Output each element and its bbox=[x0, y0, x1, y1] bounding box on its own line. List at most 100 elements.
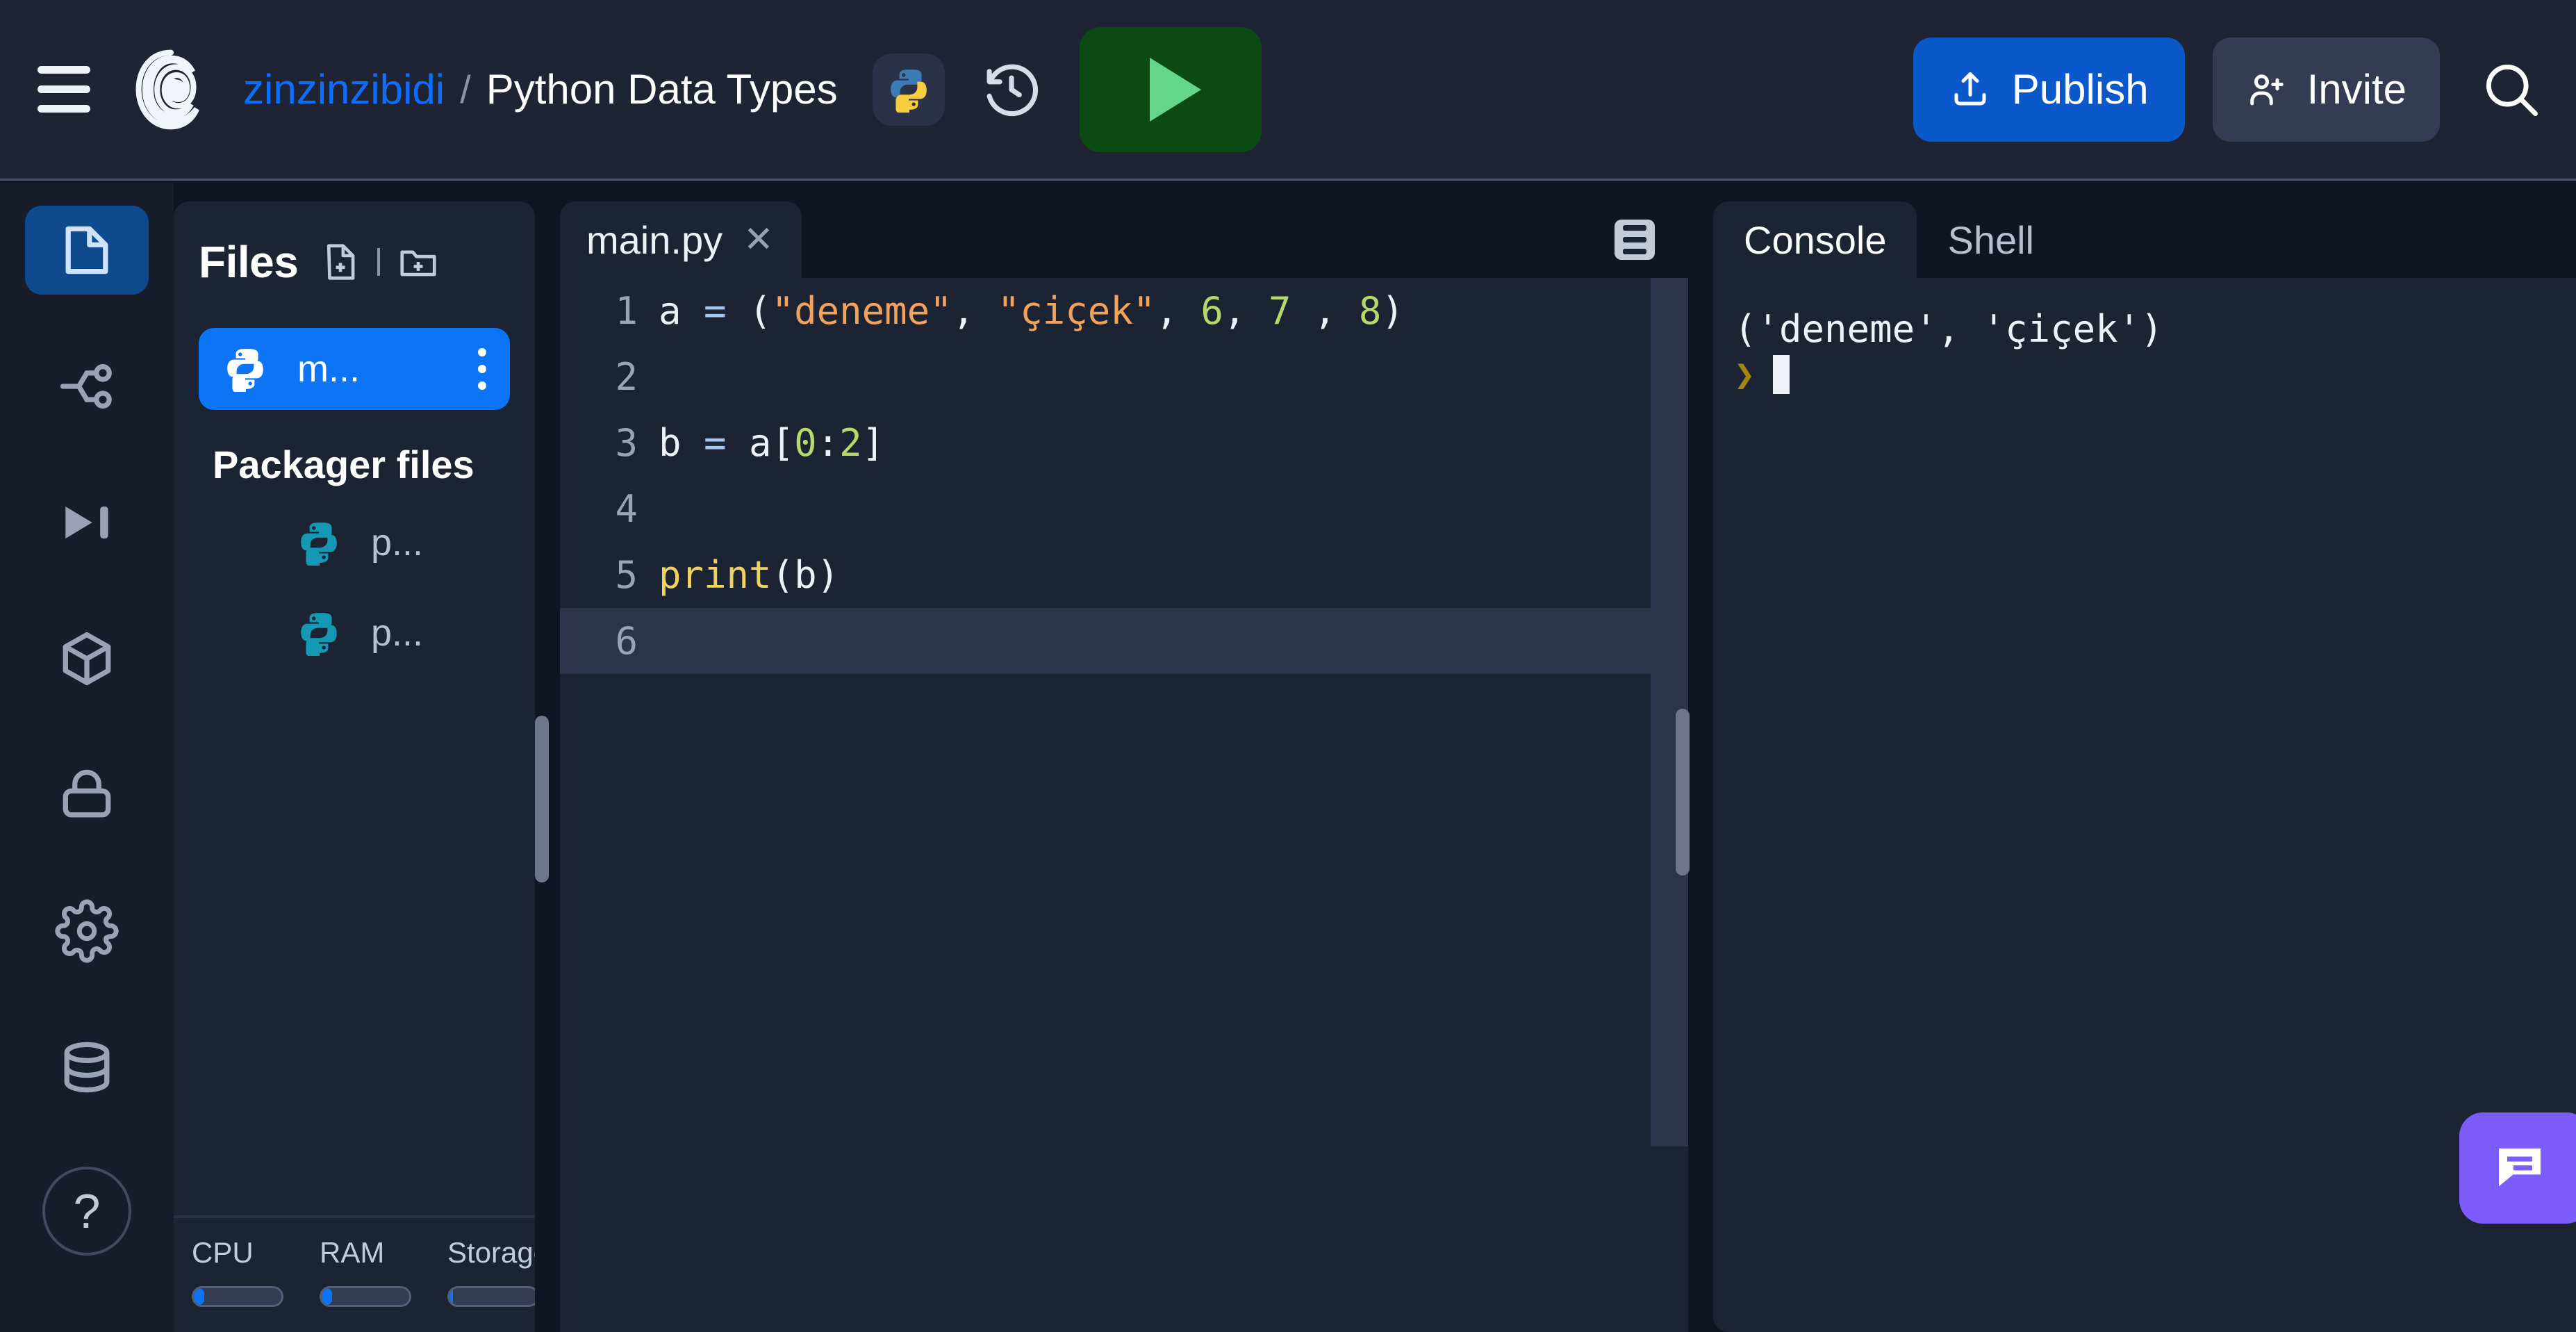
code-content[interactable]: 1a = ("deneme", "çiçek", 6, 7 , 8) 2 3 b = … bbox=[560, 278, 1688, 1332]
packager-files-title: Packager files bbox=[213, 443, 474, 486]
sidebar-item-settings[interactable] bbox=[25, 887, 149, 976]
code-line[interactable]: 6 bbox=[560, 608, 1688, 674]
code-token: ( bbox=[726, 289, 772, 333]
code-token: "çiçek" bbox=[997, 289, 1156, 333]
tab-shell[interactable]: Shell bbox=[1917, 202, 2065, 278]
code-line-text: a = ("deneme", "çiçek", 6, 7 , 8) bbox=[659, 289, 1404, 333]
invite-button-label: Invite bbox=[2306, 66, 2406, 113]
console-output-line: ('deneme', 'çiçek') bbox=[1734, 307, 2163, 351]
code-token: (b) bbox=[771, 553, 840, 597]
code-editor-panel: main.py ✕ 1 a = ("deneme", "çiçek", 6, 7 … bbox=[560, 202, 1688, 1332]
code-line[interactable]: 3b = a[0:2] bbox=[560, 410, 1688, 476]
list-item[interactable]: m... bbox=[199, 328, 510, 410]
sidebar-item-files[interactable] bbox=[25, 206, 149, 295]
files-editor-resize-handle[interactable] bbox=[535, 716, 549, 882]
code-token: 6 bbox=[1200, 289, 1223, 333]
replit-ide-window: zinzinzibidi / Python Data Types Publish… bbox=[0, 0, 2576, 1332]
code-token: ] bbox=[861, 421, 885, 465]
list-item-label: p... bbox=[371, 521, 424, 564]
resource-fill bbox=[322, 1288, 333, 1305]
console-tab-bar: Console Shell bbox=[1713, 202, 2576, 278]
resource-storage: Storage bbox=[447, 1236, 535, 1332]
code-line[interactable]: 4 bbox=[560, 476, 1688, 542]
files-panel: Files m... Packager files p... p... CPU … bbox=[174, 202, 535, 1332]
sidebar-item-git[interactable] bbox=[25, 342, 149, 431]
list-item[interactable]: p... bbox=[174, 508, 535, 577]
top-header-bar: zinzinzibidi / Python Data Types Publish… bbox=[0, 0, 2576, 181]
line-number: 2 bbox=[615, 355, 638, 399]
line-number: 3 bbox=[615, 421, 638, 465]
resource-ram: RAM bbox=[320, 1236, 411, 1332]
debugger-step-icon bbox=[65, 507, 108, 538]
python-logo-icon[interactable] bbox=[872, 53, 945, 126]
tab-console[interactable]: Console bbox=[1713, 202, 1917, 278]
line-number: 5 bbox=[615, 553, 638, 597]
line-number: 4 bbox=[615, 487, 638, 531]
header-actions: Publish Invite bbox=[1913, 37, 2576, 142]
sidebar-item-debugger[interactable] bbox=[25, 478, 149, 567]
line-number: 6 bbox=[615, 619, 638, 663]
code-token: = bbox=[704, 289, 727, 333]
code-line[interactable]: 5 print(b) bbox=[560, 542, 1688, 608]
code-token: a bbox=[659, 289, 704, 333]
list-item[interactable]: p... bbox=[174, 598, 535, 668]
hamburger-bar bbox=[38, 66, 90, 74]
code-token: : bbox=[816, 421, 840, 465]
chat-bubble-button[interactable] bbox=[2459, 1112, 2576, 1224]
python-file-icon bbox=[301, 612, 337, 656]
close-icon[interactable]: ✕ bbox=[743, 219, 774, 261]
activity-rail: ? bbox=[0, 183, 174, 1332]
code-line[interactable]: 2 bbox=[560, 344, 1688, 410]
sidebar-item-secrets[interactable] bbox=[25, 750, 149, 839]
breadcrumb-username[interactable]: zinzinzibidi bbox=[243, 65, 445, 113]
invite-button[interactable]: Invite bbox=[2212, 37, 2440, 142]
publish-button[interactable]: Publish bbox=[1913, 37, 2185, 142]
resource-track bbox=[192, 1286, 283, 1307]
code-token: , bbox=[952, 289, 998, 333]
list-item-label: m... bbox=[297, 348, 360, 390]
help-icon[interactable]: ? bbox=[42, 1167, 131, 1256]
resource-label: RAM bbox=[320, 1236, 385, 1269]
editor-console-resize-handle[interactable] bbox=[1676, 709, 1690, 875]
files-panel-header: Files bbox=[174, 202, 535, 288]
new-folder-icon[interactable] bbox=[395, 240, 441, 283]
database-icon bbox=[64, 1042, 110, 1093]
code-token: print bbox=[659, 553, 772, 597]
code-token: , bbox=[1155, 289, 1201, 333]
resource-track bbox=[320, 1286, 411, 1307]
code-line[interactable]: 1 a = ("deneme", "çiçek", 6, 7 , 8) bbox=[560, 278, 1688, 344]
console-output-area[interactable]: ('deneme', 'çiçek') ❯ bbox=[1713, 278, 2576, 395]
code-token: , bbox=[1223, 289, 1269, 333]
search-icon[interactable] bbox=[2473, 51, 2550, 128]
python-file-icon bbox=[301, 522, 337, 566]
list-item-label: p... bbox=[371, 611, 424, 654]
code-token: 8 bbox=[1358, 289, 1382, 333]
prompt-chevron-icon: ❯ bbox=[1734, 354, 1756, 395]
new-file-icon[interactable] bbox=[319, 240, 362, 283]
code-token: b bbox=[659, 421, 704, 465]
git-branch-icon bbox=[60, 363, 112, 409]
run-button[interactable] bbox=[1079, 26, 1262, 152]
sidebar-item-packages[interactable] bbox=[25, 614, 149, 703]
code-token: 2 bbox=[839, 421, 862, 465]
code-token: 0 bbox=[794, 421, 817, 465]
code-token: 7 bbox=[1268, 289, 1291, 333]
resource-label: Storage bbox=[447, 1236, 535, 1269]
editor-tab-bar: main.py ✕ bbox=[560, 202, 1688, 278]
kebab-menu-icon[interactable] bbox=[478, 348, 486, 390]
tab-main-py[interactable]: main.py ✕ bbox=[560, 202, 802, 278]
console-prompt-row: ❯ bbox=[1734, 354, 2576, 395]
replit-logo-icon[interactable] bbox=[131, 49, 211, 130]
toolbar-divider bbox=[377, 248, 381, 276]
editor-tools-icon[interactable] bbox=[1615, 220, 1655, 260]
code-token: "deneme" bbox=[771, 289, 952, 333]
history-clock-icon[interactable] bbox=[975, 54, 1048, 126]
sidebar-item-database[interactable] bbox=[25, 1023, 149, 1112]
resource-cpu: CPU bbox=[192, 1236, 283, 1332]
hamburger-bar bbox=[38, 105, 90, 113]
resource-fill bbox=[449, 1288, 454, 1305]
line-number: 1 bbox=[615, 289, 638, 333]
hamburger-menu-icon[interactable] bbox=[26, 52, 101, 127]
files-panel-title: Files bbox=[199, 237, 299, 287]
code-token: , bbox=[1291, 289, 1359, 333]
